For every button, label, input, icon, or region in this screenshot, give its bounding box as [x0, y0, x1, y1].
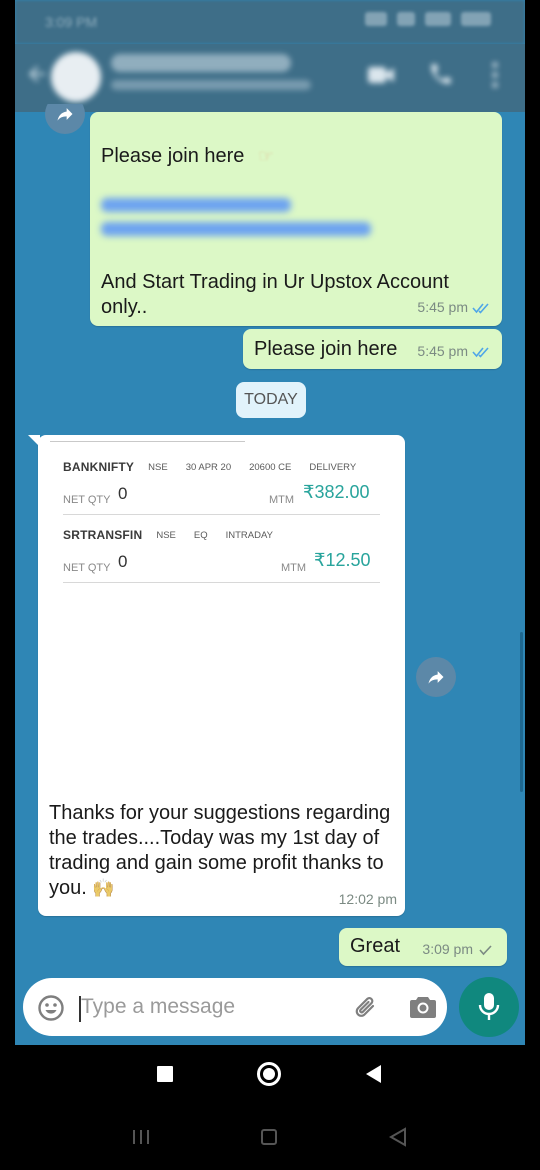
system-nav-bar [0, 1045, 540, 1170]
position-product: DELIVERY [309, 461, 357, 473]
message-input[interactable]: Type a message [81, 995, 235, 1019]
chat-header [15, 44, 525, 112]
net-qty-label: NET QTY [63, 562, 111, 574]
divider [63, 514, 380, 515]
outgoing-message[interactable]: Please join here ☞ And Start Trading in … [90, 112, 502, 326]
timestamp-text: 3:09 pm [422, 941, 473, 957]
timestamp-text: 5:45 pm [417, 343, 468, 359]
divider [50, 441, 245, 442]
incoming-message[interactable]: BANKNIFTY NSE 30 APR 20 20600 CE DELIVER… [28, 435, 405, 916]
message-text: Please join here [101, 145, 245, 167]
message-text: Please join here [254, 338, 398, 360]
mic-icon [478, 993, 500, 1020]
position-exchange: NSE [148, 461, 168, 473]
back-arrow-icon[interactable] [25, 62, 49, 86]
forward-arrow-icon [57, 108, 73, 121]
emoji-icon[interactable] [37, 994, 65, 1022]
blurred-link[interactable] [101, 198, 371, 248]
net-qty-value: 0 [118, 552, 128, 571]
pointing-emoji-icon: ☞ [258, 146, 275, 166]
mtm-label: MTM [269, 494, 295, 506]
mtm-label: MTM [281, 562, 307, 574]
outgoing-message[interactable]: Great 3:09 pm [339, 928, 507, 966]
position-expiry: 30 APR 20 [185, 461, 232, 473]
video-camera-icon[interactable] [367, 64, 395, 86]
raised-hands-emoji-icon: 🙌 [92, 878, 115, 898]
message-timestamp: 3:09 pm [422, 937, 497, 962]
avatar[interactable] [51, 52, 101, 102]
more-vertical-icon[interactable] [490, 60, 500, 90]
net-qty-value: 0 [118, 484, 128, 503]
bubble-tail [28, 435, 40, 447]
contact-subtitle [111, 80, 311, 90]
status-icons [365, 12, 495, 30]
scrollbar[interactable] [520, 632, 523, 792]
recents-button[interactable] [157, 1066, 173, 1082]
home-square-icon[interactable] [261, 1129, 277, 1145]
forward-arrow-icon [428, 671, 444, 684]
blurred-contact-area [15, 44, 525, 112]
mtm-value: ₹12.50 [314, 550, 371, 570]
phone-icon[interactable] [428, 60, 454, 88]
divider [63, 582, 380, 583]
mtm-value: ₹382.00 [303, 482, 370, 502]
read-ticks-icon [472, 302, 489, 314]
camera-icon[interactable] [409, 994, 437, 1020]
outgoing-message[interactable]: Please join here 5:45 pm [243, 329, 502, 369]
position-strike: 20600 CE [249, 461, 292, 473]
net-qty-label: NET QTY [63, 494, 111, 506]
message-timestamp: 5:45 pm [417, 295, 492, 320]
status-time: 3:09 PM [45, 14, 98, 30]
read-ticks-icon [472, 346, 489, 358]
forward-button[interactable] [45, 104, 85, 134]
position-segment: EQ [193, 529, 208, 541]
status-bar: 3:09 PM [15, 0, 525, 44]
position-product: INTRADAY [225, 529, 273, 541]
menu-lines-icon[interactable] [132, 1130, 150, 1144]
voice-message-button[interactable] [459, 977, 519, 1037]
message-text: Great [350, 935, 401, 957]
timestamp-text: 5:45 pm [417, 299, 468, 315]
forward-button[interactable] [416, 657, 456, 697]
delivered-tick-icon [479, 944, 492, 955]
contact-name[interactable] [111, 54, 291, 72]
paperclip-icon[interactable] [353, 994, 381, 1022]
back-triangle-icon[interactable] [388, 1127, 408, 1147]
back-button[interactable] [366, 1065, 381, 1083]
position-card: SRTRANSFIN NSE EQ INTRADAY NET QTY 0 MTM… [63, 525, 380, 583]
message-text: Thanks for your suggestions regarding th… [49, 801, 394, 901]
message-timestamp: 5:45 pm [417, 339, 492, 364]
home-button[interactable] [257, 1062, 281, 1086]
date-chip: TODAY [236, 382, 306, 418]
position-card: BANKNIFTY NSE 30 APR 20 20600 CE DELIVER… [63, 457, 380, 515]
position-exchange: NSE [156, 529, 176, 541]
position-symbol: BANKNIFTY [63, 459, 135, 474]
timestamp-text: 12:02 pm [338, 891, 397, 907]
message-composer: Type a message [23, 978, 447, 1036]
position-symbol: SRTRANSFIN [63, 527, 143, 542]
message-timestamp: 12:02 pm [339, 887, 397, 912]
chat-screen: 3:09 PM Please join here ☞ And Start Tra… [15, 0, 525, 1045]
